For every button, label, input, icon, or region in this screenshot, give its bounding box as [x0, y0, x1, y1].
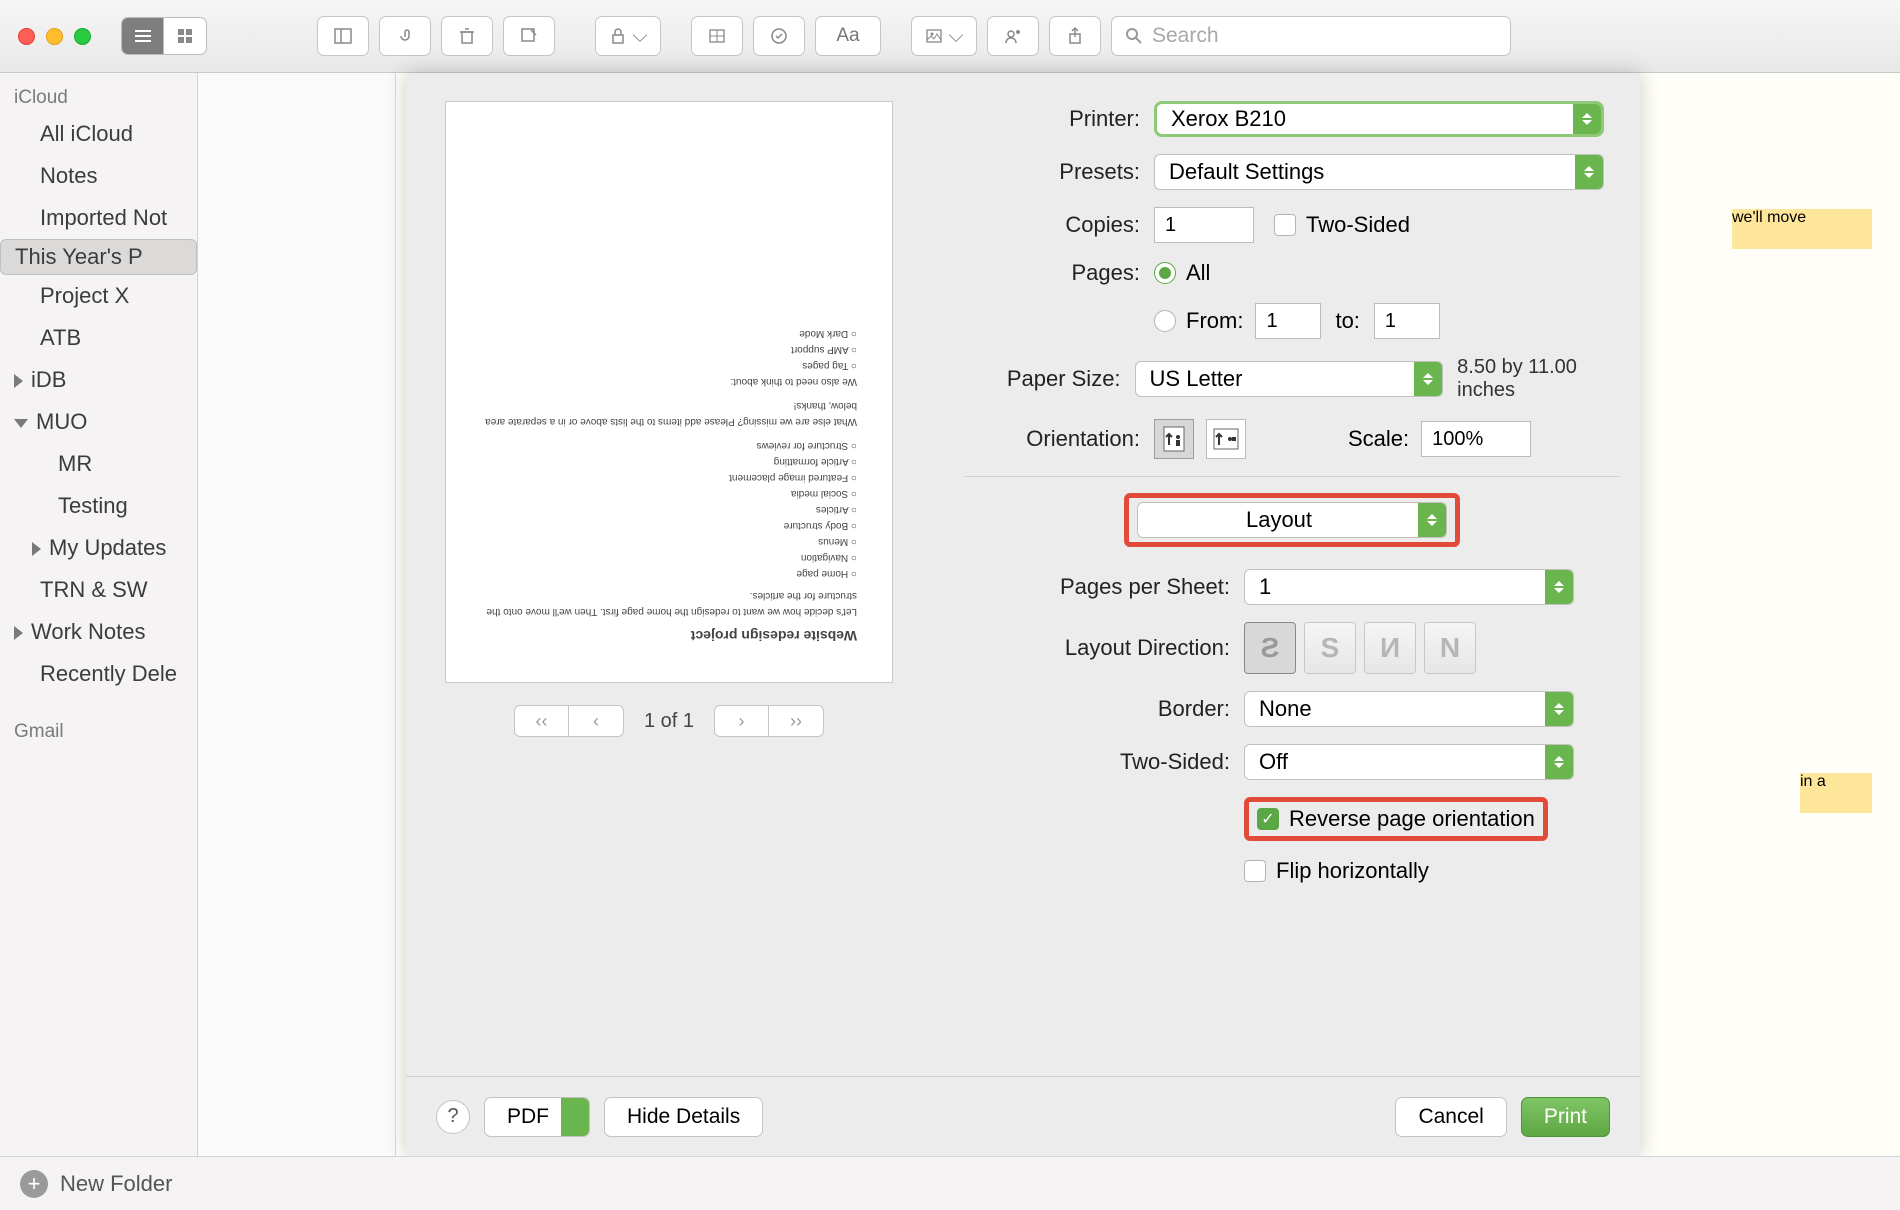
border-select[interactable]: None [1244, 691, 1574, 727]
help-button[interactable]: ? [436, 1100, 470, 1134]
section-select[interactable]: Layout [1137, 502, 1447, 538]
sidebar-item-atb[interactable]: ATB [0, 317, 197, 359]
sidebar-item-notes[interactable]: Notes [0, 155, 197, 197]
reverse-page-checkbox[interactable]: ✓ [1257, 808, 1279, 830]
preview-page-indicator: 1 of 1 [644, 710, 694, 733]
printer-label: Printer: [964, 106, 1154, 132]
notes-list[interactable] [198, 73, 396, 1156]
dialog-buttons: ? PDF Hide Details Cancel Print [406, 1076, 1640, 1156]
border-label: Border: [964, 696, 1244, 722]
hide-details-button[interactable]: Hide Details [604, 1097, 763, 1137]
flip-checkbox[interactable] [1244, 860, 1266, 882]
content-area: we'll move in a Website redesign project… [198, 73, 1900, 1156]
sidebar-item-this-years[interactable]: This Year's P [0, 239, 197, 275]
sidebar-item-idb[interactable]: iDB [0, 359, 197, 401]
cancel-button[interactable]: Cancel [1395, 1097, 1506, 1137]
paper-dimensions: 8.50 by 11.00 inches [1457, 356, 1620, 402]
preview-next-buttons[interactable]: ››› [714, 705, 824, 737]
sidebar-item-testing[interactable]: Testing [0, 485, 197, 527]
pages-per-sheet-select[interactable]: 1 [1244, 569, 1574, 605]
two-sided-label: Two-Sided [1306, 212, 1410, 238]
minimize-window[interactable] [46, 28, 63, 45]
toolbar: ⌵ Aa ⌵ Search [0, 0, 1900, 73]
print-form: Printer: Xerox B210 Presets: Default Set… [904, 101, 1620, 1056]
trash-icon[interactable] [441, 16, 493, 56]
print-button[interactable]: Print [1521, 1097, 1610, 1137]
paper-size-label: Paper Size: [964, 366, 1135, 392]
printer-select[interactable]: Xerox B210 [1154, 101, 1604, 137]
orientation-landscape[interactable] [1206, 419, 1246, 459]
layout-direction-label: Layout Direction: [964, 635, 1244, 661]
close-window[interactable] [18, 28, 35, 45]
media-icon[interactable]: ⌵ [911, 16, 977, 56]
sidebar-section-icloud: iCloud [0, 81, 197, 113]
sidebar-item-trn-sw[interactable]: TRN & SW [0, 569, 197, 611]
section-select-highlight: Layout [1124, 493, 1460, 547]
sidebar-item-muo[interactable]: MUO [0, 401, 197, 443]
sidebar-item-recently-deleted[interactable]: Recently Dele [0, 653, 197, 695]
orientation-label: Orientation: [964, 426, 1154, 452]
sidebar-item-my-updates[interactable]: My Updates [0, 527, 197, 569]
new-folder-button[interactable]: New Folder [60, 1171, 172, 1197]
sidebar-toggle-icon[interactable] [317, 16, 369, 56]
sidebar-item-imported[interactable]: Imported Not [0, 197, 197, 239]
sidebar-item-all-icloud[interactable]: All iCloud [0, 113, 197, 155]
two-sided-checkbox[interactable] [1274, 214, 1296, 236]
two-sided-label2: Two-Sided: [964, 749, 1244, 775]
presets-select[interactable]: Default Settings [1154, 154, 1604, 190]
sidebar-section-gmail: Gmail [0, 715, 197, 747]
sidebar-item-work-notes[interactable]: Work Notes [0, 611, 197, 653]
sidebar: iCloud All iCloud Notes Imported Not Thi… [0, 73, 198, 1156]
attachment-icon[interactable] [379, 16, 431, 56]
pdf-button[interactable]: PDF [484, 1097, 590, 1137]
pages-per-sheet-label: Pages per Sheet: [964, 574, 1244, 600]
checklist-icon[interactable] [753, 16, 805, 56]
search-placeholder: Search [1152, 24, 1219, 48]
preview-prev-buttons[interactable]: ‹‹‹ [514, 705, 624, 737]
pages-all-radio[interactable] [1154, 262, 1176, 284]
page-thumbnail: Website redesign project Let's decide ho… [445, 101, 893, 683]
search-input[interactable]: Search [1111, 16, 1511, 56]
plus-icon[interactable]: + [20, 1170, 48, 1198]
note-highlight: in a [1800, 773, 1872, 813]
list-view-icon[interactable] [122, 18, 164, 54]
share-icon[interactable] [1049, 16, 1101, 56]
note-highlight: we'll move [1732, 209, 1872, 249]
paper-size-select[interactable]: US Letter [1135, 361, 1444, 397]
compose-icon[interactable] [503, 16, 555, 56]
orientation-portrait[interactable] [1154, 419, 1194, 459]
scale-label: Scale: [1348, 426, 1409, 452]
sidebar-item-mr[interactable]: MR [0, 443, 197, 485]
grid-view-icon[interactable] [164, 18, 206, 54]
print-preview: Website redesign project Let's decide ho… [434, 101, 904, 1056]
table-icon[interactable] [691, 16, 743, 56]
print-dialog: Website redesign project Let's decide ho… [406, 73, 1640, 1156]
sidebar-item-project-x[interactable]: Project X [0, 275, 197, 317]
scale-input[interactable] [1421, 421, 1531, 457]
window-traffic-lights [18, 28, 91, 45]
collaborate-icon[interactable] [987, 16, 1039, 56]
footer: + New Folder [0, 1156, 1900, 1210]
two-sided-select[interactable]: Off [1244, 744, 1574, 780]
presets-label: Presets: [964, 159, 1154, 185]
zoom-window[interactable] [74, 28, 91, 45]
lock-icon[interactable]: ⌵ [595, 16, 661, 56]
pages-label: Pages: [964, 260, 1154, 286]
view-switcher[interactable] [121, 17, 207, 55]
search-icon [1124, 26, 1144, 46]
copies-input[interactable] [1154, 207, 1254, 243]
copies-label: Copies: [964, 212, 1154, 238]
pages-from-radio[interactable] [1154, 310, 1176, 332]
layout-direction-buttons[interactable]: ƧSИN [1244, 622, 1476, 674]
reverse-highlight: ✓ Reverse page orientation [1244, 797, 1548, 841]
format-icon[interactable]: Aa [815, 16, 881, 56]
pages-to-input[interactable] [1374, 303, 1440, 339]
pages-from-input[interactable] [1255, 303, 1321, 339]
